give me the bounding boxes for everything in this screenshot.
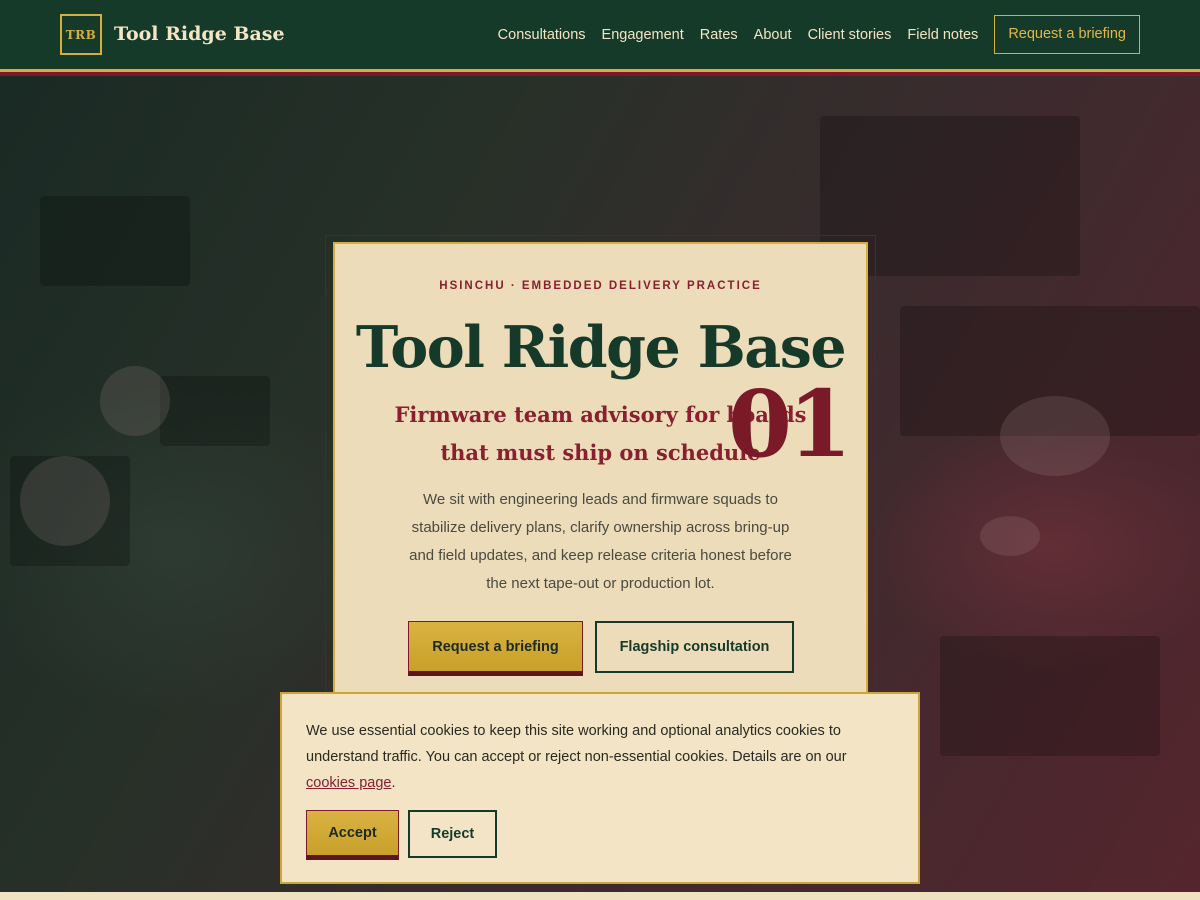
circuit-capacitor-decoration <box>1000 396 1110 476</box>
hero-description: We sit with engineering leads and firmwa… <box>409 491 792 592</box>
logo-mark[interactable]: TRB <box>60 14 102 55</box>
circuit-capacitor-decoration <box>20 456 110 546</box>
hero-eyebrow: HSINCHU · EMBEDDED DELIVERY PRACTICE <box>439 280 762 292</box>
nav-link-engagement[interactable]: Engagement <box>602 27 684 43</box>
cookie-message-text: We use essential cookies to keep this si… <box>306 723 847 765</box>
cookie-message: We use essential cookies to keep this si… <box>306 718 898 796</box>
accept-cookies-button[interactable]: Accept <box>306 810 399 860</box>
page-bottom-strip <box>0 892 1200 900</box>
nav-request-briefing-button[interactable]: Request a briefing <box>994 15 1140 54</box>
hero-section-number: 01 <box>727 370 852 478</box>
main-nav: Consultations Engagement Rates About Cli… <box>498 15 1140 54</box>
circuit-chip-decoration <box>160 376 270 446</box>
cookie-message-trailing: . <box>391 775 396 791</box>
nav-link-rates[interactable]: Rates <box>700 27 738 43</box>
brand-name[interactable]: Tool Ridge Base <box>114 20 285 48</box>
nav-link-client-stories[interactable]: Client stories <box>808 27 892 43</box>
cookies-page-link[interactable]: cookies page <box>306 775 391 791</box>
site-header: TRB Tool Ridge Base Consultations Engage… <box>0 0 1200 76</box>
flagship-consultation-button[interactable]: Flagship consultation <box>595 621 794 673</box>
circuit-chip-decoration <box>940 636 1160 756</box>
hero-card: HSINCHU · EMBEDDED DELIVERY PRACTICE Too… <box>333 242 868 702</box>
nav-link-about[interactable]: About <box>754 27 792 43</box>
nav-link-field-notes[interactable]: Field notes <box>907 27 978 43</box>
nav-link-consultations[interactable]: Consultations <box>498 27 586 43</box>
request-briefing-button[interactable]: Request a briefing <box>408 621 583 676</box>
circuit-capacitor-decoration <box>100 366 170 436</box>
reject-cookies-button[interactable]: Reject <box>408 810 497 858</box>
cookie-banner: We use essential cookies to keep this si… <box>280 692 920 884</box>
circuit-chip-decoration <box>40 196 190 286</box>
circuit-capacitor-decoration <box>980 516 1040 556</box>
